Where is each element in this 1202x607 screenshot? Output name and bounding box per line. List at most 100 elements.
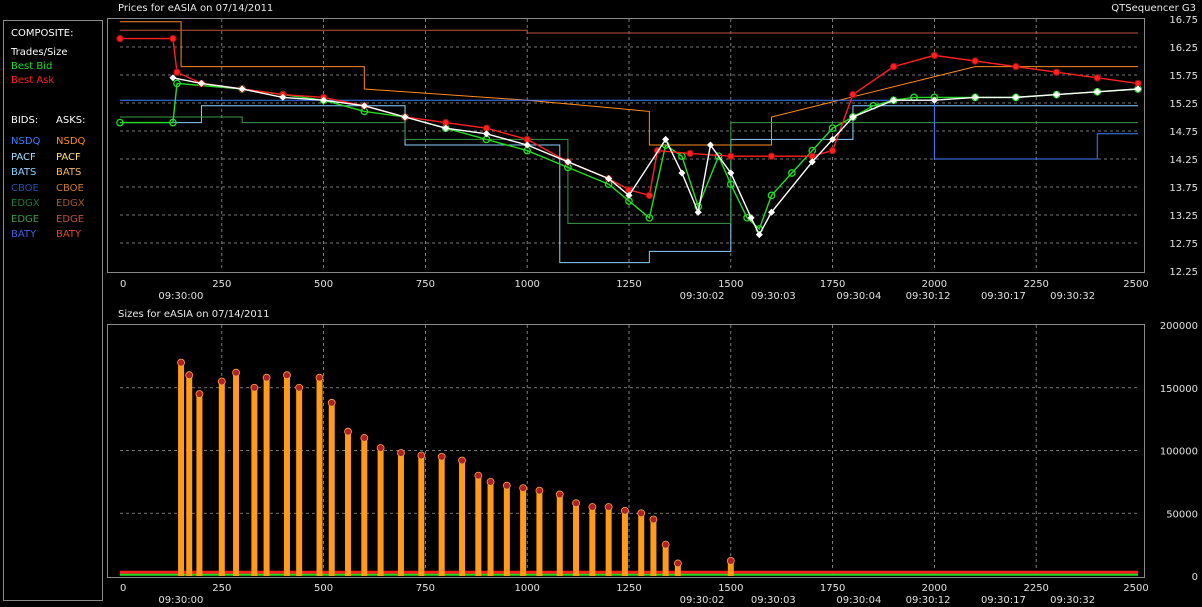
size-marker [295, 383, 304, 392]
size-marker [344, 427, 352, 436]
size-bar [186, 375, 193, 576]
size-bar [361, 437, 368, 576]
size-bar [296, 387, 303, 576]
size-marker [486, 477, 495, 486]
size-marker [217, 377, 226, 386]
x-tick-label: 500 [314, 583, 333, 594]
x-tick-label: 0 [120, 583, 126, 594]
size-bar [438, 456, 445, 576]
x-tick-label: 500 [314, 279, 333, 290]
x-tick-label: 2500 [1123, 583, 1148, 594]
best-ask-marker [767, 152, 776, 160]
size-bar [475, 475, 482, 576]
time-label: 09:30:03 [751, 595, 796, 606]
x-tick-label: 1250 [616, 279, 641, 290]
size-marker [661, 540, 670, 549]
best-ask-marker [686, 149, 694, 158]
time-label: 09:30:04 [836, 595, 881, 606]
best-ask-marker [727, 152, 735, 160]
size-bar [328, 402, 335, 576]
charts-canvas: 0 250 500 750 1000 1250 1500 1750 2000 2250 250009… [107, 15, 1198, 606]
size-bar [487, 481, 494, 576]
best-ask-marker [1093, 74, 1101, 82]
y-tick-label: 13.25 [1169, 211, 1198, 222]
trade-marker [694, 208, 702, 216]
x-tick-label: 2500 [1123, 279, 1148, 290]
size-bar [621, 510, 628, 576]
y-tick-label: 0 [1192, 572, 1198, 583]
x-tick-label: 250 [212, 279, 231, 290]
size-bar [662, 544, 669, 576]
best-ask-marker [828, 146, 837, 155]
size-marker [555, 490, 564, 499]
size-marker [262, 373, 271, 382]
trade-marker [662, 135, 670, 143]
size-marker [726, 557, 735, 565]
size-bar [418, 455, 425, 576]
size-marker [621, 506, 629, 515]
size-marker [250, 383, 259, 392]
x-tick-label: 1250 [616, 583, 641, 594]
size-marker [502, 481, 511, 490]
size-marker [232, 368, 240, 377]
best-ask-marker [1052, 68, 1061, 76]
y-tick-label: 16.25 [1169, 43, 1198, 54]
x-tick-label: 250 [212, 583, 231, 594]
y-tick-label: 13.75 [1169, 183, 1198, 194]
size-bar [503, 485, 510, 576]
venue-step-line [120, 21, 1138, 146]
size-bar [263, 377, 270, 576]
size-marker [397, 449, 405, 457]
y-tick-label: 200000 [1160, 321, 1198, 332]
size-marker [360, 434, 369, 442]
time-label: 09:30:32 [1050, 291, 1095, 302]
time-label: 09:30:04 [836, 291, 881, 302]
series-line-trades-size [172, 77, 1139, 237]
x-tick-label: 1000 [514, 583, 539, 594]
time-label: 09:30:00 [158, 291, 203, 302]
x-tick-label: 1500 [718, 279, 743, 290]
x-tick-label: 1500 [718, 583, 743, 594]
size-marker [185, 371, 194, 380]
time-label: 09:30:17 [981, 291, 1026, 302]
y-tick-label: 100000 [1160, 447, 1198, 458]
size-marker [283, 371, 291, 380]
time-label: 09:30:12 [906, 291, 951, 302]
size-marker [458, 456, 466, 465]
size-bar [377, 447, 384, 576]
size-bar [233, 372, 240, 576]
size-bar [589, 506, 596, 576]
x-tick-label: 1750 [820, 279, 845, 290]
x-tick-label: 2000 [922, 583, 947, 594]
best-ask-marker [169, 34, 177, 43]
size-marker [535, 486, 544, 495]
size-marker [417, 451, 426, 460]
y-tick-label: 12.75 [1169, 239, 1198, 250]
size-bar [345, 431, 352, 576]
y-tick-label: 150000 [1160, 384, 1198, 395]
time-label: 09:30:12 [906, 595, 951, 606]
size-marker [376, 444, 385, 452]
x-tick-label: 750 [416, 583, 435, 594]
size-bar [316, 377, 323, 576]
best-ask-marker [930, 51, 939, 60]
size-marker [649, 515, 658, 524]
size-bar [459, 460, 466, 576]
time-label: 09:30:32 [1050, 595, 1095, 606]
x-tick-label: 750 [416, 279, 435, 290]
size-bar [283, 375, 290, 576]
size-bar [218, 381, 225, 576]
size-marker [474, 471, 483, 480]
size-marker [519, 484, 528, 493]
time-label: 09:30:00 [158, 595, 203, 606]
size-bar [638, 513, 645, 576]
size-marker [572, 499, 580, 508]
x-tick-label: 2250 [1023, 279, 1048, 290]
size-bar [556, 494, 563, 576]
size-marker [588, 503, 597, 511]
time-label: 09:30:02 [680, 595, 725, 606]
y-tick-label: 15.75 [1169, 71, 1198, 82]
size-bar [251, 387, 258, 576]
x-tick-label: 1750 [820, 583, 845, 594]
size-marker [673, 559, 682, 568]
